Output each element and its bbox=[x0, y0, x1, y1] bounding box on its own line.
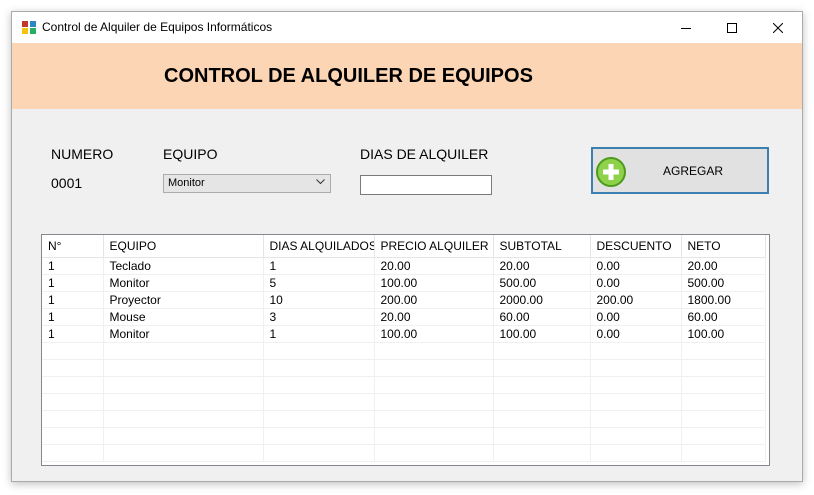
empty-row bbox=[42, 359, 766, 377]
table-cell[interactable]: 0.00 bbox=[590, 257, 682, 275]
dias-label: DIAS DE ALQUILER bbox=[360, 146, 489, 162]
table-cell[interactable]: Mouse bbox=[103, 308, 264, 326]
numero-value: 0001 bbox=[51, 175, 83, 191]
table-cell[interactable]: 20.00 bbox=[374, 308, 494, 326]
column-header[interactable]: N° bbox=[42, 235, 104, 258]
table-cell[interactable]: 1 bbox=[42, 291, 104, 309]
empty-row bbox=[42, 427, 766, 445]
column-header[interactable]: PRECIO ALQUILER bbox=[374, 235, 494, 258]
window-title: Control de Alquiler de Equipos Informáti… bbox=[42, 20, 273, 34]
table-cell[interactable]: 200.00 bbox=[374, 291, 494, 309]
header-banner: CONTROL DE ALQUILER DE EQUIPOS bbox=[12, 43, 802, 109]
column-header[interactable]: SUBTOTAL bbox=[493, 235, 591, 258]
table-cell[interactable]: Proyector bbox=[103, 291, 264, 309]
numero-label: NUMERO bbox=[51, 146, 114, 162]
table-cell[interactable]: 100.00 bbox=[681, 325, 766, 343]
table-cell[interactable]: 1 bbox=[42, 308, 104, 326]
table-cell[interactable]: 200.00 bbox=[590, 291, 682, 309]
table-cell[interactable]: 100.00 bbox=[374, 274, 494, 292]
empty-row bbox=[42, 342, 766, 360]
table-cell[interactable]: 20.00 bbox=[374, 257, 494, 275]
close-icon bbox=[773, 22, 783, 33]
app-icon bbox=[22, 21, 36, 34]
table-cell[interactable]: 100.00 bbox=[374, 325, 494, 343]
column-header[interactable]: DESCUENTO bbox=[590, 235, 682, 258]
equipo-label: EQUIPO bbox=[163, 146, 218, 162]
table-cell[interactable]: 0.00 bbox=[590, 325, 682, 343]
empty-row bbox=[42, 410, 766, 428]
table-cell[interactable]: 1 bbox=[263, 325, 375, 343]
rental-grid[interactable]: N° EQUIPO DIAS ALQUILADOS PRECIO ALQUILE… bbox=[41, 234, 770, 466]
table-cell[interactable]: 500.00 bbox=[493, 274, 591, 292]
column-header[interactable]: DIAS ALQUILADOS bbox=[263, 235, 375, 258]
table-row[interactable]: 1 Proyector 10 200.00 2000.00 200.00 180… bbox=[42, 291, 766, 309]
table-cell[interactable]: 0.00 bbox=[590, 308, 682, 326]
table-cell[interactable]: 0.00 bbox=[590, 274, 682, 292]
column-header[interactable]: NETO bbox=[681, 235, 766, 258]
table-row[interactable]: 1 Mouse 3 20.00 60.00 0.00 60.00 bbox=[42, 308, 766, 326]
maximize-icon bbox=[727, 22, 737, 33]
maximize-button[interactable] bbox=[709, 12, 755, 43]
close-button[interactable] bbox=[755, 12, 801, 43]
table-cell[interactable]: 10 bbox=[263, 291, 375, 309]
table-cell[interactable]: Monitor bbox=[103, 274, 264, 292]
minimize-button[interactable] bbox=[663, 12, 709, 43]
table-cell[interactable]: 20.00 bbox=[493, 257, 591, 275]
plus-circle-icon bbox=[596, 157, 626, 187]
table-cell[interactable]: 20.00 bbox=[681, 257, 766, 275]
app-window: Control de Alquiler de Equipos Informáti… bbox=[11, 11, 803, 482]
table-cell[interactable]: 1 bbox=[42, 325, 104, 343]
equipo-select-value: Monitor bbox=[168, 177, 205, 189]
table-cell[interactable]: 1 bbox=[42, 257, 104, 275]
table-header-row: N° EQUIPO DIAS ALQUILADOS PRECIO ALQUILE… bbox=[42, 235, 766, 258]
table-cell[interactable]: 2000.00 bbox=[493, 291, 591, 309]
table-cell[interactable]: 3 bbox=[263, 308, 375, 326]
chevron-down-icon bbox=[316, 179, 325, 185]
rental-table: N° EQUIPO DIAS ALQUILADOS PRECIO ALQUILE… bbox=[42, 235, 766, 462]
empty-row bbox=[42, 393, 766, 411]
table-cell[interactable]: 1800.00 bbox=[681, 291, 766, 309]
table-cell[interactable]: 60.00 bbox=[493, 308, 591, 326]
table-cell[interactable]: 100.00 bbox=[493, 325, 591, 343]
agregar-button-label: AGREGAR bbox=[663, 164, 724, 178]
minimize-icon bbox=[681, 27, 691, 29]
table-cell[interactable]: Teclado bbox=[103, 257, 264, 275]
empty-row bbox=[42, 444, 766, 462]
table-cell[interactable]: 1 bbox=[42, 274, 104, 292]
table-row[interactable]: 1 Teclado 1 20.00 20.00 0.00 20.00 bbox=[42, 257, 766, 275]
column-header[interactable]: EQUIPO bbox=[103, 235, 264, 258]
equipo-select[interactable]: Monitor bbox=[163, 174, 331, 193]
table-cell[interactable]: Monitor bbox=[103, 325, 264, 343]
page-title: CONTROL DE ALQUILER DE EQUIPOS bbox=[164, 65, 533, 87]
table-row[interactable]: 1 Monitor 5 100.00 500.00 0.00 500.00 bbox=[42, 274, 766, 292]
table-row[interactable]: 1 Monitor 1 100.00 100.00 0.00 100.00 bbox=[42, 325, 766, 343]
table-cell[interactable]: 60.00 bbox=[681, 308, 766, 326]
table-cell[interactable]: 5 bbox=[263, 274, 375, 292]
dias-input[interactable] bbox=[360, 175, 492, 195]
empty-row bbox=[42, 376, 766, 394]
title-bar[interactable]: Control de Alquiler de Equipos Informáti… bbox=[12, 12, 802, 43]
table-cell[interactable]: 500.00 bbox=[681, 274, 766, 292]
agregar-button[interactable]: AGREGAR bbox=[591, 147, 769, 194]
table-cell[interactable]: 1 bbox=[263, 257, 375, 275]
